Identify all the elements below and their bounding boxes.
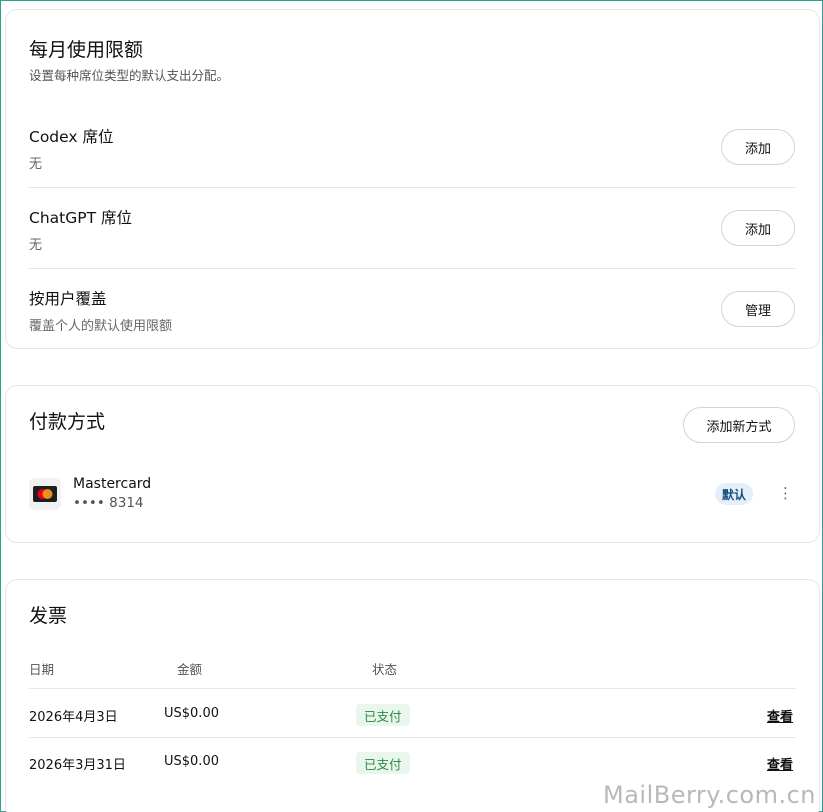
add-payment-method-button[interactable]: 添加新方式: [683, 407, 795, 443]
mastercard-icon: [29, 478, 61, 510]
codex-seat-value: 无: [29, 157, 43, 172]
invoice-date: 2026年4月3日: [29, 710, 118, 725]
codex-add-button[interactable]: 添加: [721, 129, 795, 165]
status-badge: 已支付: [356, 704, 410, 726]
default-badge: 默认: [715, 483, 754, 505]
view-invoice-link[interactable]: 查看: [767, 706, 793, 725]
divider: [29, 688, 796, 689]
view-invoice-link[interactable]: 查看: [767, 754, 793, 773]
codex-seat-title: Codex 席位: [29, 128, 114, 146]
chatgpt-seat-title: ChatGPT 席位: [29, 209, 132, 227]
invoice-amount: US$0.00: [164, 754, 219, 769]
header-amount: 金额: [177, 662, 203, 677]
divider: [29, 737, 796, 738]
chatgpt-seat-value: 无: [29, 238, 43, 253]
usage-limits-card: 每月使用限额 设置每种席位类型的默认支出分配。 Codex 席位 无 添加 Ch…: [5, 9, 820, 349]
payment-methods-card: 付款方式 添加新方式 Mastercard •••• 8314 默认 ⋮: [5, 385, 820, 543]
card-number-masked: •••• 8314: [73, 495, 144, 511]
invoice-amount: US$0.00: [164, 706, 219, 721]
invoices-card: 发票 日期 金额 状态 2026年4月3日 US$0.00 已支付 查看 202…: [5, 579, 820, 812]
invoices-title: 发票: [29, 605, 68, 627]
status-badge: 已支付: [356, 752, 410, 774]
more-vertical-icon[interactable]: ⋮: [778, 486, 793, 501]
usage-limits-subtitle: 设置每种席位类型的默认支出分配。: [29, 68, 230, 83]
per-user-override-desc: 覆盖个人的默认使用限额: [29, 319, 173, 334]
divider: [29, 187, 796, 188]
header-status: 状态: [372, 662, 398, 677]
payment-methods-title: 付款方式: [29, 411, 106, 433]
usage-limits-title: 每月使用限额: [29, 39, 144, 61]
invoice-date: 2026年3月31日: [29, 758, 126, 773]
manage-button[interactable]: 管理: [721, 291, 795, 327]
per-user-override-title: 按用户覆盖: [29, 290, 107, 308]
watermark: MailBerry.com.cn: [603, 781, 816, 809]
header-date: 日期: [29, 662, 55, 677]
card-brand: Mastercard: [73, 476, 152, 492]
chatgpt-add-button[interactable]: 添加: [721, 210, 795, 246]
divider: [29, 268, 796, 269]
